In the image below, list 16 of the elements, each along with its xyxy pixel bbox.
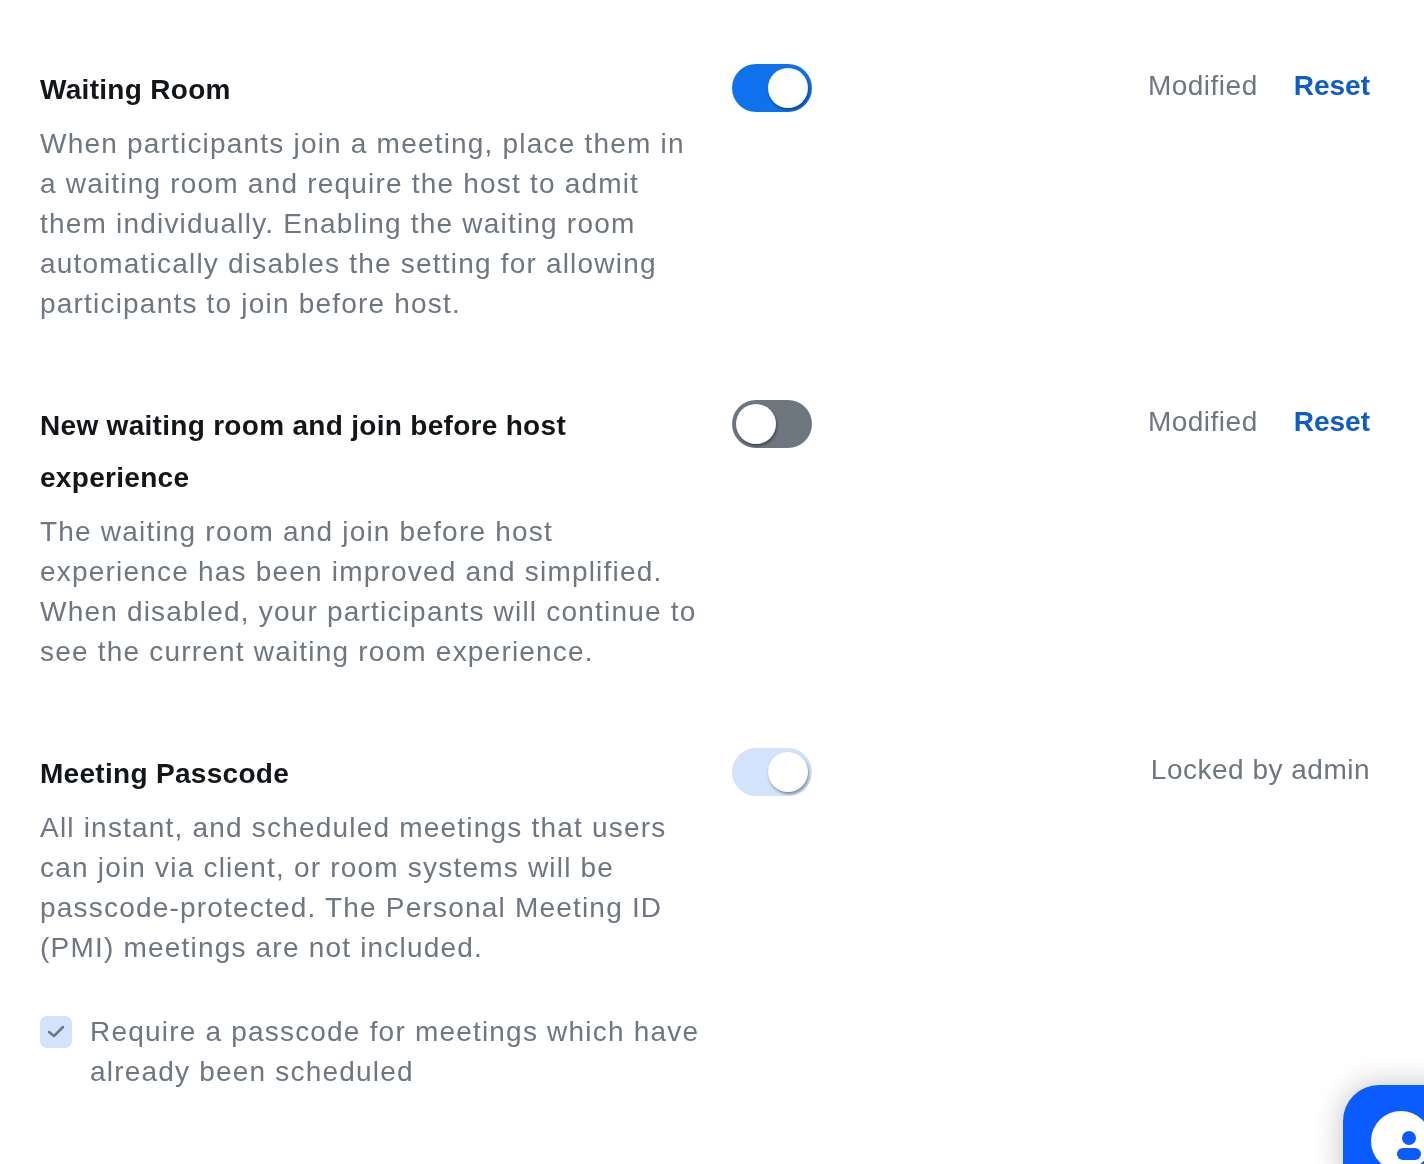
setting-description: All instant, and scheduled meetings that users can join via client, or room systems will be passcode-protected. The Personal Meeting ID (PMI) meetings are not included. <box>40 811 668 965</box>
setting-description: When participants join a meeting, place them in a waiting room and require the host to admit them individually. Enabling the waiting room automatically disables the setting for allowing participants to join before host. <box>40 127 686 321</box>
person-icon <box>1394 1130 1424 1162</box>
check-icon <box>46 1024 66 1040</box>
setting-title: Meeting Passcode <box>40 757 291 791</box>
status-label: Locked by admin <box>1150 753 1370 787</box>
status-label: Modified <box>1147 405 1258 439</box>
toggle-switch[interactable] <box>732 400 812 448</box>
checkbox-label: Require a passcode for meetings which have already been scheduled <box>90 1015 700 1089</box>
status-label: Modified <box>1147 69 1258 103</box>
setting-description: The waiting room and join before host experience has been improved and simplified. When disabled, your participants will continue to see the current waiting room experience. <box>40 515 698 669</box>
reset-link[interactable]: Reset <box>1293 66 1370 106</box>
setting-title: Waiting Room <box>40 73 232 107</box>
setting-title: New waiting room and join before host experience <box>40 409 567 495</box>
toggle-switch[interactable] <box>732 64 812 112</box>
reset-link[interactable]: Reset <box>1293 402 1370 442</box>
